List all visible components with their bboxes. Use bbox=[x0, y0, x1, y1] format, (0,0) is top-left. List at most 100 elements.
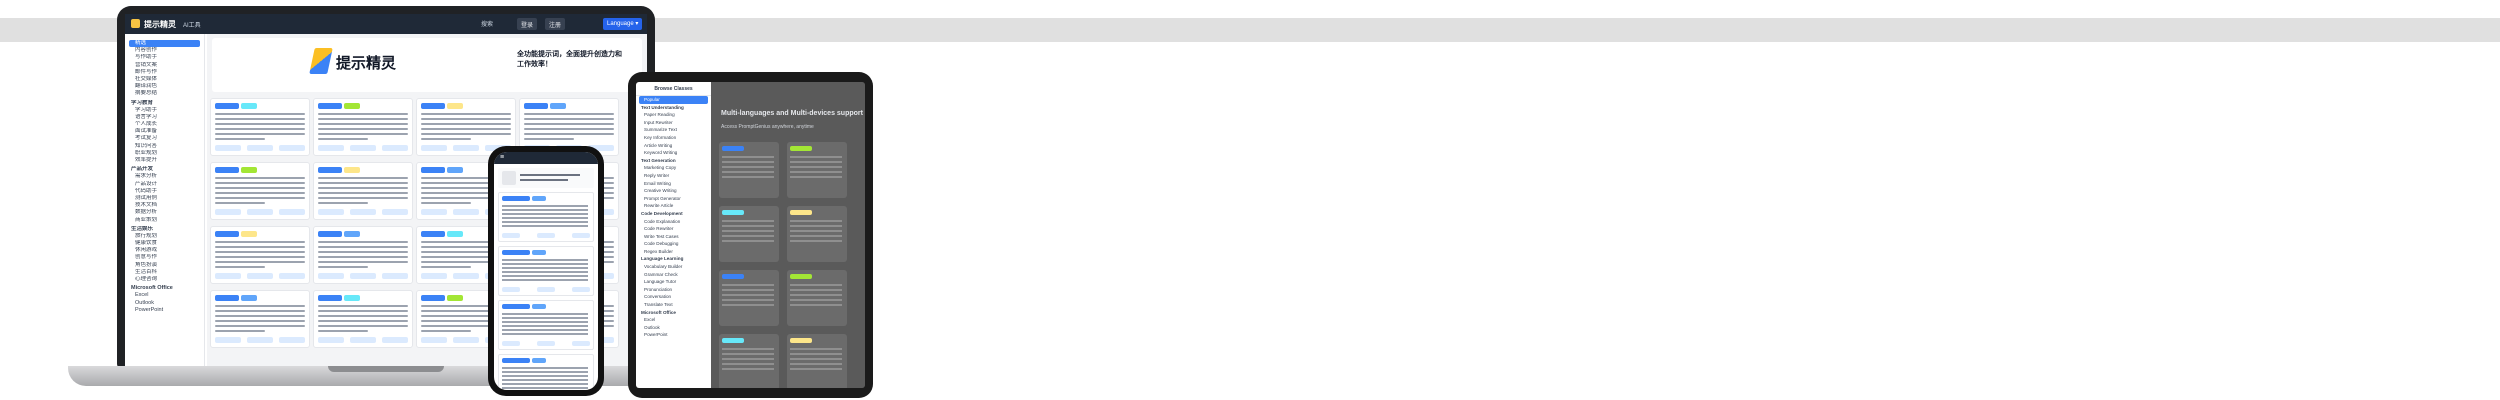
tablet-sidebar-item[interactable]: Language Tutor bbox=[636, 278, 711, 286]
tablet-sidebar-item[interactable]: Paper Reading bbox=[636, 111, 711, 119]
share-button[interactable] bbox=[382, 337, 408, 343]
sidebar-item[interactable]: 职业规划 bbox=[125, 150, 204, 157]
sidebar-item[interactable]: PowerPoint bbox=[125, 307, 204, 314]
sidebar-item[interactable]: 翻译润色 bbox=[125, 83, 204, 90]
like-button[interactable] bbox=[247, 145, 273, 151]
tablet-prompt-card[interactable] bbox=[787, 334, 847, 388]
tablet-sidebar-item[interactable]: Microsoft Office bbox=[636, 309, 711, 317]
copy-button[interactable] bbox=[215, 209, 241, 215]
sidebar-item[interactable]: 心理咨询 bbox=[125, 276, 204, 283]
sidebar-item[interactable]: 数据分析 bbox=[125, 209, 204, 216]
tablet-sidebar-item[interactable]: Conversation bbox=[636, 293, 711, 301]
tablet-sidebar-item[interactable]: Keyword Writing bbox=[636, 149, 711, 157]
copy-button[interactable] bbox=[318, 209, 344, 215]
tablet-sidebar-item[interactable]: Summarize Text bbox=[636, 126, 711, 134]
like-button[interactable] bbox=[350, 337, 376, 343]
like-button[interactable] bbox=[247, 273, 273, 279]
sidebar-item[interactable]: 个人成长 bbox=[125, 121, 204, 128]
sidebar-item[interactable]: 产品开发 bbox=[125, 166, 204, 173]
copy-button[interactable] bbox=[318, 145, 344, 151]
sidebar-item[interactable]: 生活娱乐 bbox=[125, 226, 204, 233]
copy-button[interactable] bbox=[502, 233, 520, 238]
sidebar-item[interactable]: 精选 bbox=[129, 40, 200, 48]
like-button[interactable] bbox=[350, 145, 376, 151]
prompt-card[interactable] bbox=[210, 290, 310, 348]
sidebar-item[interactable]: 面试准备 bbox=[125, 128, 204, 135]
sidebar-item[interactable]: 学习教育 bbox=[125, 100, 204, 107]
phone-prompt-card[interactable] bbox=[498, 300, 594, 350]
tablet-sidebar-item[interactable]: Excel bbox=[636, 316, 711, 324]
share-button[interactable] bbox=[279, 337, 305, 343]
tablet-sidebar-item[interactable]: Creative Writing bbox=[636, 187, 711, 195]
tablet-sidebar-item[interactable]: Prompt Generator bbox=[636, 195, 711, 203]
like-button[interactable] bbox=[453, 209, 479, 215]
tablet-sidebar-item[interactable]: Reply Writer bbox=[636, 172, 711, 180]
like-button[interactable] bbox=[453, 145, 479, 151]
tablet-sidebar-item[interactable]: Language Learning bbox=[636, 255, 711, 263]
sidebar-item[interactable]: 知识问答 bbox=[125, 143, 204, 150]
copy-button[interactable] bbox=[215, 145, 241, 151]
tablet-prompt-card[interactable] bbox=[787, 206, 847, 262]
sidebar-item[interactable]: 测试用例 bbox=[125, 195, 204, 202]
prompt-card[interactable] bbox=[313, 226, 413, 284]
copy-button[interactable] bbox=[318, 273, 344, 279]
sidebar-item[interactable]: 创意写作 bbox=[125, 254, 204, 261]
like-button[interactable] bbox=[350, 273, 376, 279]
tablet-sidebar-item[interactable]: Popular bbox=[639, 96, 708, 104]
tablet-prompt-card[interactable] bbox=[719, 142, 779, 198]
prompt-card[interactable] bbox=[210, 162, 310, 220]
tablet-sidebar-item[interactable]: Write Test Cases bbox=[636, 233, 711, 241]
share-button[interactable] bbox=[572, 341, 590, 346]
sidebar-item[interactable]: 健康饮食 bbox=[125, 240, 204, 247]
copy-button[interactable] bbox=[502, 287, 520, 292]
tablet-sidebar-item[interactable]: Marketing Copy bbox=[636, 164, 711, 172]
register-button[interactable]: 注册 bbox=[545, 18, 566, 30]
tablet-sidebar-item[interactable]: Pronunciation bbox=[636, 286, 711, 294]
tablet-sidebar-item[interactable]: Text Understanding bbox=[636, 104, 711, 112]
sidebar-item[interactable]: 代码助手 bbox=[125, 188, 204, 195]
share-button[interactable] bbox=[279, 145, 305, 151]
prompt-card[interactable] bbox=[210, 98, 310, 156]
phone-prompt-card[interactable] bbox=[498, 192, 594, 242]
like-button[interactable] bbox=[453, 337, 479, 343]
sidebar-item[interactable]: 学习助手 bbox=[125, 107, 204, 114]
sidebar-item[interactable]: 摘要总结 bbox=[125, 90, 204, 97]
copy-button[interactable] bbox=[215, 273, 241, 279]
sidebar-item[interactable]: 语言学习 bbox=[125, 114, 204, 121]
tablet-sidebar-item[interactable]: Article Writing bbox=[636, 142, 711, 150]
language-button[interactable]: Language ▾ bbox=[603, 18, 643, 30]
menu-icon[interactable]: ≡ bbox=[500, 154, 504, 161]
phone-prompt-card[interactable] bbox=[498, 354, 594, 390]
app-logo-icon[interactable] bbox=[131, 19, 140, 28]
copy-button[interactable] bbox=[502, 341, 520, 346]
tablet-sidebar-item[interactable]: Code Rewriter bbox=[636, 225, 711, 233]
share-button[interactable] bbox=[382, 209, 408, 215]
tablet-sidebar-item[interactable]: Code Explanation bbox=[636, 218, 711, 226]
sidebar-item[interactable]: 休闲游戏 bbox=[125, 247, 204, 254]
tablet-sidebar-item[interactable]: Vocabulary Builder bbox=[636, 263, 711, 271]
share-button[interactable] bbox=[572, 287, 590, 292]
sidebar-item[interactable]: 效率提升 bbox=[125, 157, 204, 164]
prompt-card[interactable] bbox=[313, 162, 413, 220]
sidebar-item[interactable]: 社交媒体 bbox=[125, 76, 204, 83]
tablet-sidebar-item[interactable]: Grammar Check bbox=[636, 271, 711, 279]
share-button[interactable] bbox=[279, 209, 305, 215]
tablet-sidebar-item[interactable]: Code Debugging bbox=[636, 240, 711, 248]
sidebar-item[interactable]: 角色扮演 bbox=[125, 262, 204, 269]
sidebar-item[interactable]: 写作助手 bbox=[125, 54, 204, 61]
sidebar-item[interactable]: 旅行规划 bbox=[125, 233, 204, 240]
prompt-card[interactable] bbox=[313, 290, 413, 348]
share-button[interactable] bbox=[382, 273, 408, 279]
share-button[interactable] bbox=[279, 273, 305, 279]
sidebar-item[interactable]: 考试复习 bbox=[125, 135, 204, 142]
sidebar-item[interactable]: 邮件写作 bbox=[125, 69, 204, 76]
sidebar-item[interactable]: 技术文档 bbox=[125, 202, 204, 209]
tablet-sidebar-item[interactable]: Code Development bbox=[636, 210, 711, 218]
sidebar-item[interactable]: Outlook bbox=[125, 300, 204, 307]
tablet-prompt-card[interactable] bbox=[719, 270, 779, 326]
like-button[interactable] bbox=[537, 341, 555, 346]
copy-button[interactable] bbox=[421, 209, 447, 215]
header-search[interactable]: 搜索 bbox=[481, 19, 493, 28]
login-button[interactable]: 登录 bbox=[517, 18, 538, 30]
sidebar-item[interactable]: 生活百科 bbox=[125, 269, 204, 276]
